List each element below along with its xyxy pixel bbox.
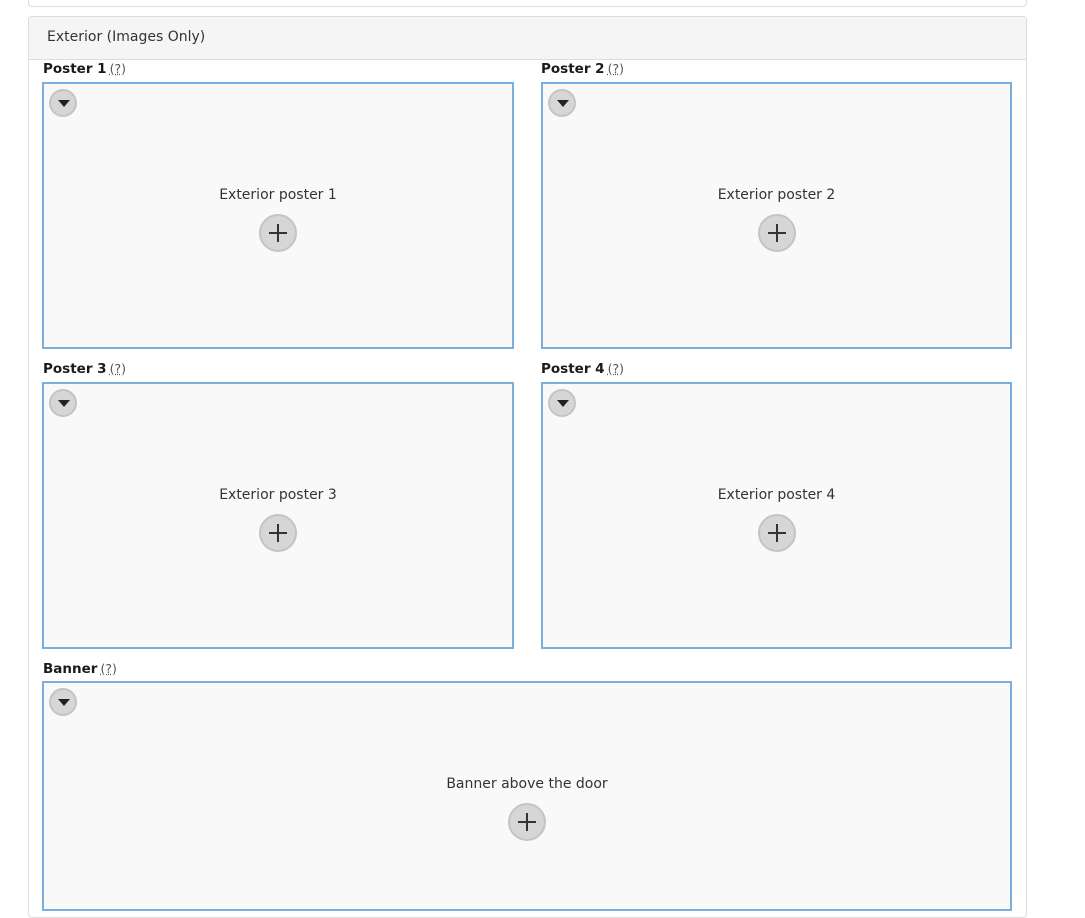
field-label-banner: Banner (?) (43, 661, 117, 677)
image-dropzone-poster-2[interactable]: Exterior poster 2 (541, 82, 1012, 349)
dropzone-label: Exterior poster 1 (219, 187, 337, 203)
dropzone-label: Banner above the door (446, 776, 608, 792)
field-label-poster-4: Poster 4 (?) (541, 361, 624, 377)
plus-icon[interactable] (757, 214, 796, 252)
caret-down-icon[interactable] (49, 89, 77, 117)
field-label-text: Poster 3 (43, 361, 107, 377)
field-label-poster-3: Poster 3 (?) (43, 361, 126, 377)
dropzone-label: Exterior poster 4 (717, 487, 836, 503)
dropzone-label: Exterior poster 3 (219, 487, 337, 503)
dropzone-label: Exterior poster 2 (717, 187, 836, 203)
panel-heading: Exterior (Images Only) (29, 17, 1026, 60)
image-dropzone-banner[interactable]: Banner above the door (42, 681, 1012, 911)
field-label-text: Banner (43, 661, 98, 677)
plus-icon[interactable] (259, 214, 297, 252)
help-tooltip-trigger[interactable]: (?) (608, 361, 624, 376)
image-dropzone-poster-4[interactable]: Exterior poster 4 (541, 382, 1012, 649)
section-title: Exterior (Images Only) (47, 29, 206, 45)
image-dropzone-poster-1[interactable]: Exterior poster 1 (42, 82, 514, 349)
caret-down-icon[interactable] (49, 389, 77, 417)
caret-down-icon[interactable] (548, 89, 576, 117)
help-tooltip-trigger[interactable]: (?) (100, 661, 116, 676)
image-dropzone-poster-3[interactable]: Exterior poster 3 (42, 382, 514, 649)
field-label-text: Poster 1 (43, 61, 107, 77)
help-tooltip-trigger[interactable]: (?) (110, 361, 126, 376)
caret-down-icon[interactable] (548, 389, 576, 417)
plus-icon[interactable] (757, 514, 796, 552)
caret-down-icon[interactable] (49, 688, 77, 716)
previous-panel (28, 0, 1027, 7)
field-label-poster-2: Poster 2 (?) (541, 61, 624, 77)
help-tooltip-trigger[interactable]: (?) (110, 61, 126, 76)
field-label-text: Poster 2 (541, 61, 605, 77)
field-label-text: Poster 4 (541, 361, 605, 377)
help-tooltip-trigger[interactable]: (?) (608, 61, 624, 76)
plus-icon[interactable] (259, 514, 297, 552)
field-label-poster-1: Poster 1 (?) (43, 61, 126, 77)
plus-icon[interactable] (508, 803, 546, 841)
